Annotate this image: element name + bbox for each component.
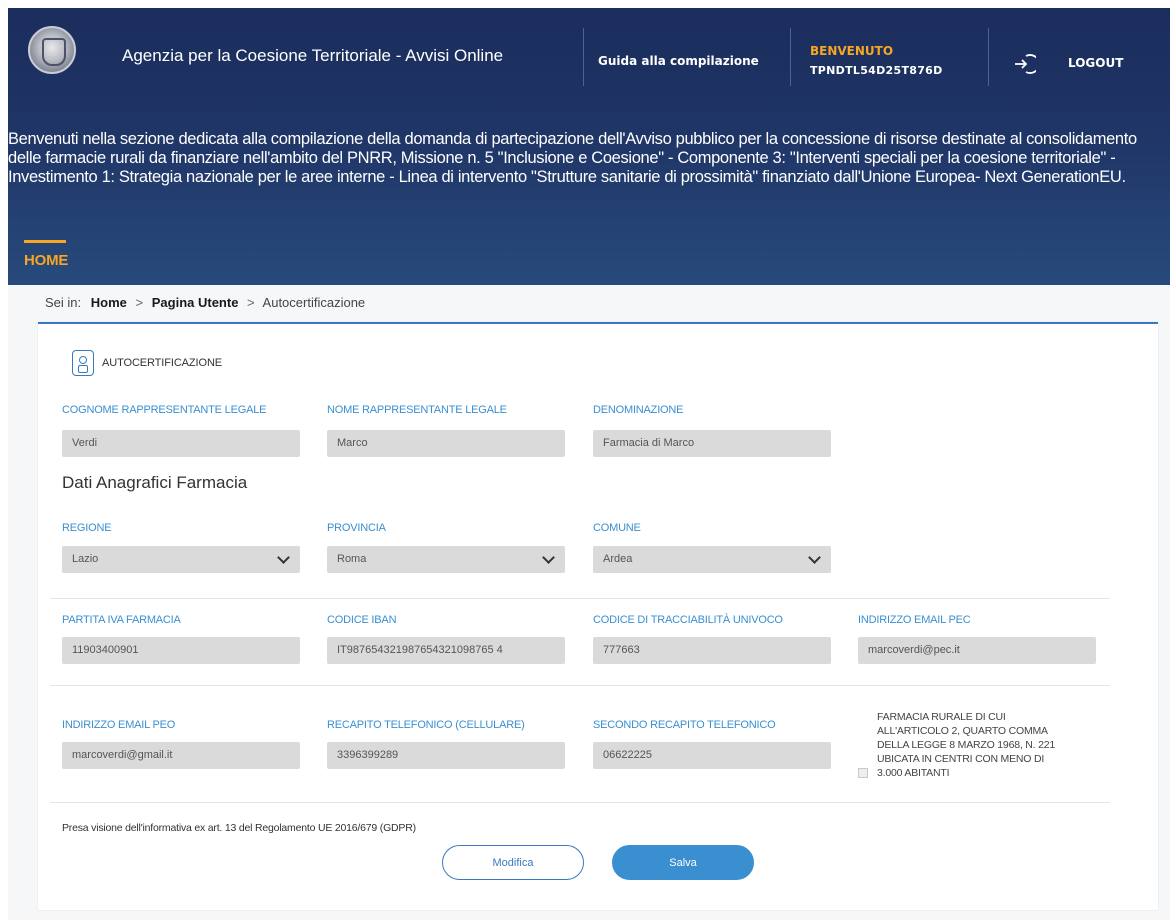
email-peo-label: INDIRIZZO EMAIL PEO <box>62 719 176 731</box>
nav-home-tab[interactable]: HOME <box>24 240 84 280</box>
partita-iva-label: PARTITA IVA FARMACIA <box>62 614 181 626</box>
rural-pharmacy-checkbox[interactable] <box>858 768 868 778</box>
nav-home-label: HOME <box>24 252 69 269</box>
gdpr-notice: Presa visione dell'informativa ex art. 1… <box>62 822 416 834</box>
email-peo-field[interactable]: marcoverdi@gmail.it <box>62 742 300 769</box>
secondo-tel-field[interactable]: 06622225 <box>593 742 831 769</box>
divider <box>50 598 1110 599</box>
provincia-select[interactable]: Roma <box>327 546 565 573</box>
breadcrumb-user-page[interactable]: Pagina Utente <box>152 295 239 310</box>
divider <box>50 802 1110 803</box>
provincia-label: PROVINCIA <box>327 522 386 534</box>
active-tab-indicator <box>24 240 66 243</box>
iban-label: CODICE IBAN <box>327 614 397 626</box>
regione-select[interactable]: Lazio <box>62 546 300 573</box>
nome-field[interactable]: Marco <box>327 430 565 457</box>
breadcrumb-prefix: Sei in: <box>45 295 82 310</box>
header-divider <box>790 28 791 86</box>
intro-text: Benvenuti nella sezione dedicata alla co… <box>8 130 1137 186</box>
guide-link[interactable]: Guida alla compilazione <box>598 54 759 68</box>
save-button[interactable]: Salva <box>612 845 754 880</box>
section-title: AUTOCERTIFICAZIONE <box>102 357 223 369</box>
denominazione-field[interactable]: Farmacia di Marco <box>593 430 831 457</box>
modify-button[interactable]: Modifica <box>442 845 584 880</box>
breadcrumb-current: Autocertificazione <box>262 295 366 310</box>
secondo-tel-label: SECONDO RECAPITO TELEFONICO <box>593 719 776 731</box>
rural-pharmacy-checkbox-label: FARMACIA RURALE DI CUI ALL'ARTICOLO 2, Q… <box>877 711 1056 779</box>
email-pec-label: INDIRIZZO EMAIL PEC <box>858 614 971 626</box>
breadcrumb-separator: > <box>135 295 144 310</box>
certificate-icon <box>72 350 94 376</box>
breadcrumb-home[interactable]: Home <box>91 295 127 310</box>
cellulare-field[interactable]: 3396399289 <box>327 742 565 769</box>
tracciabilita-field[interactable]: 777663 <box>593 637 831 664</box>
iban-field[interactable]: IT987654321987654321098765 4 <box>327 637 565 664</box>
regione-label: REGIONE <box>62 522 112 534</box>
header-divider <box>583 28 584 86</box>
divider <box>50 685 1110 686</box>
comune-select[interactable]: Ardea <box>593 546 831 573</box>
site-header: Agenzia per la Coesione Territoriale - A… <box>8 8 1170 285</box>
app-title: Agenzia per la Coesione Territoriale - A… <box>122 46 504 65</box>
logout-button[interactable]: LOGOUT <box>1068 56 1123 70</box>
cognome-label: COGNOME RAPPRESENTANTE LEGALE <box>62 404 267 416</box>
section-header: AUTOCERTIFICAZIONE <box>72 350 222 376</box>
welcome-label: BENVENUTO <box>810 44 894 58</box>
tracciabilita-label: CODICE DI TRACCIABILITÀ UNIVOCO <box>593 614 783 626</box>
denominazione-label: DENOMINAZIONE <box>593 404 684 416</box>
cellulare-label: RECAPITO TELEFONICO (CELLULARE) <box>327 719 525 731</box>
header-divider <box>988 28 989 86</box>
user-code: TPNDTL54D25T876D <box>810 64 943 77</box>
logout-icon[interactable] <box>1012 52 1036 76</box>
comune-label: COMUNE <box>593 522 641 534</box>
email-pec-field[interactable]: marcoverdi@pec.it <box>858 637 1096 664</box>
nome-label: NOME RAPPRESENTANTE LEGALE <box>327 404 507 416</box>
breadcrumb: Sei in: Home > Pagina Utente > Autocerti… <box>45 295 365 310</box>
cognome-field[interactable]: Verdi <box>62 430 300 457</box>
partita-iva-field[interactable]: 11903400901 <box>62 637 300 664</box>
emblem-logo <box>28 26 76 74</box>
breadcrumb-separator: > <box>247 295 255 310</box>
anagrafica-subtitle: Dati Anagrafici Farmacia <box>62 473 248 492</box>
